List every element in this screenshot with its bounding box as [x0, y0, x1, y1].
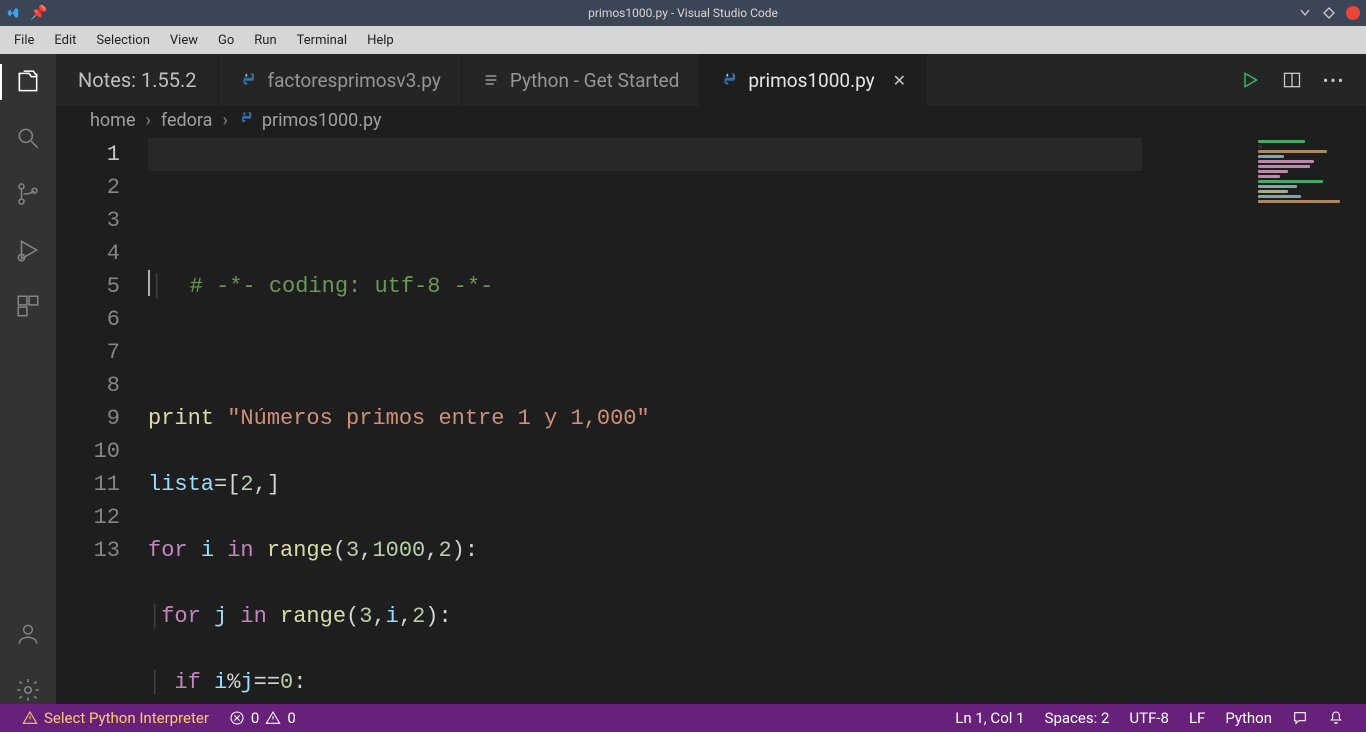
activity-run-debug[interactable] [14, 236, 42, 264]
pin-icon[interactable]: 📌 [30, 5, 47, 21]
code-token: 2 [240, 472, 253, 497]
tab-label: Python - Get Started [510, 69, 680, 92]
line-number: 9 [56, 402, 120, 435]
menu-go[interactable]: Go [208, 29, 244, 52]
vscode-icon [6, 6, 20, 20]
code-token: if [174, 670, 200, 695]
line-number: 12 [56, 501, 120, 534]
line-number: 8 [56, 369, 120, 402]
code-token: 0 [280, 670, 293, 695]
tab-primos1000[interactable]: primos1000.py ✕ [700, 54, 927, 106]
line-number: 6 [56, 303, 120, 336]
code-token: 2 [412, 604, 425, 629]
menu-selection[interactable]: Selection [86, 29, 159, 52]
breadcrumb-segment[interactable]: fedora [161, 110, 213, 131]
line-number: 2 [56, 171, 120, 204]
code-token: 1000 [372, 538, 425, 563]
code-token: j [214, 604, 227, 629]
window-title: primos1000.py - Visual Studio Code [0, 6, 1366, 20]
code-token: i [386, 604, 399, 629]
activity-search[interactable] [14, 124, 42, 152]
code-token: =[ [214, 472, 240, 497]
line-number: 3 [56, 204, 120, 237]
code-token: for [148, 538, 188, 563]
line-number: 11 [56, 468, 120, 501]
menu-run[interactable]: Run [244, 29, 286, 52]
code-token: % [227, 670, 240, 695]
line-number-gutter: 1 2 3 4 5 6 7 8 9 10 11 12 13 [56, 134, 148, 704]
line-number: 4 [56, 237, 120, 270]
line-number: 1 [56, 138, 120, 171]
status-feedback[interactable] [1282, 710, 1318, 726]
menubar: File Edit Selection View Go Run Terminal… [0, 26, 1366, 54]
editor-area[interactable]: 1 2 3 4 5 6 7 8 9 10 11 12 13 │ # -*- c [56, 134, 1366, 704]
breadcrumb-file[interactable]: primos1000.py [238, 110, 382, 131]
line-number: 10 [56, 435, 120, 468]
breadcrumb-segment[interactable]: home [90, 110, 136, 131]
activity-extensions[interactable] [14, 292, 42, 320]
chevron-right-icon: › [146, 110, 151, 131]
tab-python-get-started[interactable]: Python - Get Started [462, 54, 701, 106]
line-number: 13 [56, 534, 120, 567]
editor-tabs: Notes: 1.55.2 factoresprimosv3.py Python… [56, 54, 1366, 106]
code-token: print [148, 406, 214, 431]
split-editor-button[interactable] [1282, 70, 1302, 90]
tab-factoresprimosv3[interactable]: factoresprimosv3.py [219, 54, 461, 106]
python-icon [720, 71, 738, 89]
python-icon [239, 71, 257, 89]
menu-terminal[interactable]: Terminal [287, 29, 357, 52]
tab-label: factoresprimosv3.py [267, 69, 440, 92]
code-token: lista [148, 472, 214, 497]
line-number: 7 [56, 336, 120, 369]
chevron-right-icon: › [222, 110, 227, 131]
python-icon [238, 110, 254, 131]
tab-release-notes[interactable]: Notes: 1.55.2 [56, 54, 219, 106]
activity-accounts[interactable] [14, 620, 42, 648]
tab-label: primos1000.py [748, 69, 874, 92]
activity-source-control[interactable] [14, 180, 42, 208]
code-token: 2 [438, 538, 451, 563]
line-number: 5 [56, 270, 120, 303]
breadcrumb[interactable]: home › fedora › primos1000.py [56, 106, 1366, 134]
code-token: j [240, 670, 253, 695]
code-token: range [267, 538, 333, 563]
breadcrumb-file-label: primos1000.py [262, 110, 382, 131]
code-token: ,] [254, 472, 280, 497]
menu-file[interactable]: File [4, 29, 44, 52]
activity-explorer[interactable] [14, 68, 42, 96]
close-icon[interactable]: ✕ [893, 71, 906, 90]
document-icon [482, 71, 500, 89]
code-token: == [254, 670, 280, 695]
code-token: # -*- coding: utf-8 -*- [190, 274, 494, 299]
menu-view[interactable]: View [160, 29, 208, 52]
code-token: in [240, 604, 266, 629]
minimap[interactable] [1252, 134, 1350, 704]
code-token: "Números primos entre 1 y 1,000" [227, 406, 649, 431]
code-token: i [201, 538, 214, 563]
tab-label: Notes: 1.55.2 [78, 68, 196, 92]
activity-bar [0, 54, 56, 704]
window-titlebar: 📌 primos1000.py - Visual Studio Code [0, 0, 1366, 26]
code-content[interactable]: │ # -*- coding: utf-8 -*- print "Números… [148, 134, 1252, 704]
code-token: range [280, 604, 346, 629]
code-token: in [227, 538, 253, 563]
code-token: for [161, 604, 201, 629]
run-button[interactable] [1240, 70, 1260, 90]
status-notifications[interactable] [1318, 710, 1354, 726]
menu-edit[interactable]: Edit [44, 29, 86, 52]
code-token: 3 [346, 538, 359, 563]
code-token: i [214, 670, 227, 695]
vertical-scrollbar[interactable] [1350, 134, 1366, 704]
code-token: 3 [359, 604, 372, 629]
more-actions-button[interactable]: ••• [1324, 70, 1344, 90]
window-close-button[interactable] [1346, 6, 1360, 20]
window-minimize-button[interactable] [1298, 6, 1312, 20]
activity-settings[interactable] [14, 676, 42, 704]
window-maximize-button[interactable] [1322, 6, 1336, 20]
menu-help[interactable]: Help [357, 29, 404, 52]
